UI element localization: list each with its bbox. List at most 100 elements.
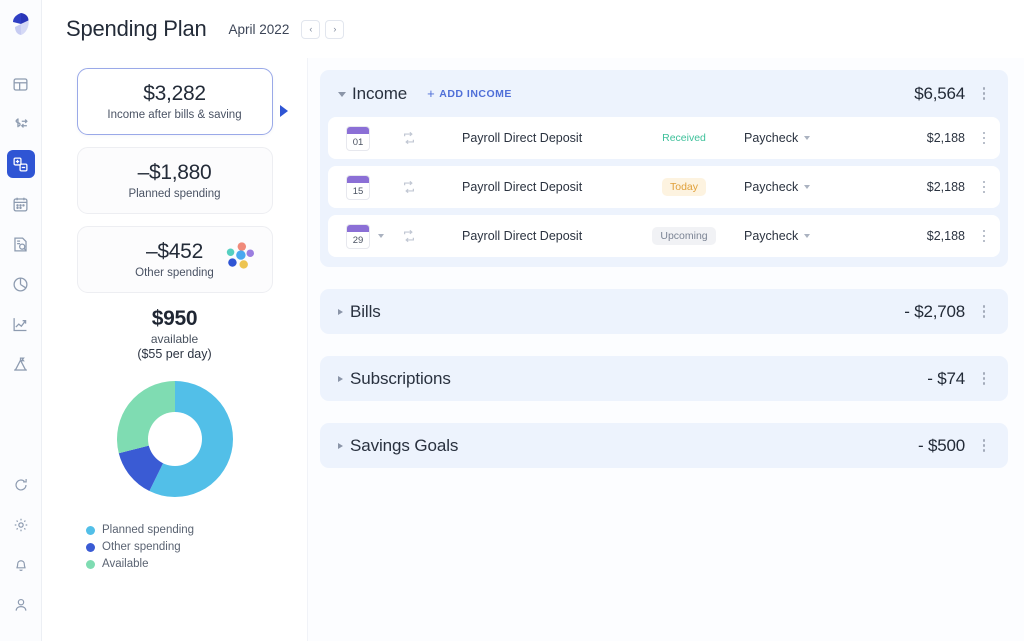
status-badge: Today	[661, 178, 707, 196]
subscriptions-total: - $74	[927, 368, 965, 388]
plan-content: Income + ADD INCOME $6,564 01 Payroll Di…	[307, 58, 1024, 641]
sidebar-item-dashboard[interactable]	[7, 70, 35, 98]
category-label: Paycheck	[744, 229, 799, 243]
sidebar-item-trends[interactable]	[7, 310, 35, 338]
line-chart-up-icon	[13, 317, 27, 331]
expand-caret-icon[interactable]	[338, 442, 343, 449]
category-selector[interactable]: Paycheck	[744, 180, 842, 194]
income-group-title: Income	[352, 83, 408, 103]
date-day: 29	[352, 234, 364, 246]
chart-legend: Planned spending Other spending Availabl…	[42, 524, 307, 570]
budget-blocks-icon	[13, 156, 28, 172]
monarch-logo-icon	[12, 13, 29, 35]
refresh-icon	[14, 479, 27, 491]
date-chip[interactable]: 15	[346, 174, 370, 200]
date-dropdown-icon[interactable]	[378, 233, 384, 238]
app-root: Spending Plan April 2022 ‹ › $3,282 Inco…	[0, 0, 1024, 641]
donut-chart-svg	[116, 381, 233, 498]
document-search-icon	[14, 236, 27, 252]
add-income-button[interactable]: + ADD INCOME	[427, 86, 512, 101]
status-cell: Today	[624, 178, 744, 196]
category-selector[interactable]: Paycheck	[744, 131, 842, 145]
sidebar-item-profile[interactable]	[7, 591, 35, 619]
date-chip[interactable]: 01	[346, 125, 370, 151]
user-icon	[15, 598, 26, 611]
collapse-caret-icon[interactable]	[338, 92, 346, 97]
sidebar-item-settings[interactable]	[7, 511, 35, 539]
expand-caret-icon[interactable]	[338, 375, 343, 382]
gear-icon	[14, 518, 27, 532]
summary-amount: $3,282	[143, 82, 206, 105]
sidebar-item-notifications[interactable]	[7, 551, 35, 579]
savings-goals-group-menu-icon[interactable]	[975, 439, 993, 452]
table-row[interactable]: 29 Payroll Direct Deposit Upcoming Paych…	[328, 215, 1000, 257]
chevron-down-icon	[804, 185, 811, 189]
date-chip[interactable]: 29	[346, 223, 384, 249]
calendar-icon: 15	[346, 174, 370, 200]
sidebar-item-transactions[interactable]	[7, 110, 35, 138]
transaction-name: Payroll Direct Deposit	[462, 180, 583, 194]
dollar-exchange-icon	[15, 117, 28, 128]
month-label: April 2022	[228, 21, 290, 37]
row-menu-icon[interactable]	[975, 131, 993, 145]
calendar-icon: 01	[346, 125, 370, 151]
summary-card-other-spending[interactable]: –$452 Other spending	[76, 226, 273, 294]
next-month-button[interactable]: ›	[325, 19, 345, 39]
subscriptions-group-menu-icon[interactable]	[975, 372, 993, 385]
transaction-amount: $2,188	[926, 229, 965, 243]
savings-goals-total: - $500	[917, 435, 965, 455]
category-selector[interactable]: Paycheck	[744, 229, 842, 243]
sidebar-item-refresh[interactable]	[7, 471, 35, 499]
subscriptions-group-header[interactable]: Subscriptions - $74	[320, 356, 1008, 401]
bills-group-header[interactable]: Bills - $2,708	[320, 289, 1008, 334]
income-total: $6,564	[914, 83, 965, 103]
category-label: Paycheck	[744, 131, 799, 145]
bills-group: Bills - $2,708	[320, 289, 1008, 334]
table-row[interactable]: 15 Payroll Direct Deposit Today Paycheck…	[328, 166, 1000, 208]
legend-item: Available	[86, 558, 307, 570]
legend-swatch-icon	[86, 542, 95, 552]
status-badge: Received	[662, 132, 706, 144]
transaction-amount: $2,188	[926, 180, 965, 194]
table-row[interactable]: 01 Payroll Direct Deposit Received Paych…	[328, 117, 1000, 159]
row-menu-icon[interactable]	[975, 180, 993, 194]
savings-goals-group-title: Savings Goals	[350, 435, 459, 455]
summary-label: Income after bills & saving	[107, 109, 242, 122]
prev-month-button[interactable]: ‹	[301, 19, 321, 39]
sidebar-item-goals[interactable]	[7, 350, 35, 378]
pie-chart-icon	[13, 276, 28, 292]
sidebar-item-calendar[interactable]	[7, 190, 35, 218]
savings-goals-group-header[interactable]: Savings Goals - $500	[320, 423, 1008, 468]
calendar-icon: 29	[346, 223, 370, 249]
sidebar-item-recurring[interactable]	[7, 230, 35, 258]
legend-label: Other spending	[102, 541, 181, 554]
summary-column: $3,282 Income after bills & saving –$1,8…	[42, 58, 307, 641]
page-body: $3,282 Income after bills & saving –$1,8…	[42, 58, 1024, 641]
bills-group-title: Bills	[350, 301, 381, 321]
category-dots-icon	[226, 242, 254, 269]
income-group-menu-icon[interactable]	[975, 87, 993, 100]
sidebar-item-spending-plan[interactable]	[6, 150, 35, 178]
transaction-name: Payroll Direct Deposit	[462, 131, 583, 145]
legend-swatch-icon	[86, 525, 95, 535]
income-group: Income + ADD INCOME $6,564 01 Payroll Di…	[320, 70, 1008, 267]
expand-caret-icon[interactable]	[338, 308, 343, 315]
rail-primary-nav	[6, 64, 35, 384]
app-logo[interactable]	[0, 0, 42, 48]
income-group-header[interactable]: Income + ADD INCOME $6,564	[320, 70, 1008, 117]
summary-card-planned-spending[interactable]: –$1,880 Planned spending	[76, 147, 273, 215]
transaction-name: Payroll Direct Deposit	[462, 229, 583, 243]
status-badge: Upcoming	[652, 227, 716, 245]
chevron-down-icon	[804, 234, 811, 238]
available-label: available	[150, 332, 199, 347]
legend-item: Other spending	[86, 541, 307, 553]
summary-amount: –$1,880	[137, 161, 212, 185]
month-nav: ‹ ›	[301, 19, 345, 39]
available-rate: ($55 per day)	[137, 347, 212, 362]
bills-group-menu-icon[interactable]	[975, 305, 993, 318]
status-cell: Received	[624, 129, 744, 147]
row-menu-icon[interactable]	[975, 229, 993, 243]
sidebar-item-reports[interactable]	[7, 270, 35, 298]
summary-card-income-after[interactable]: $3,282 Income after bills & saving	[76, 68, 288, 136]
donut-chart[interactable]	[42, 363, 307, 515]
